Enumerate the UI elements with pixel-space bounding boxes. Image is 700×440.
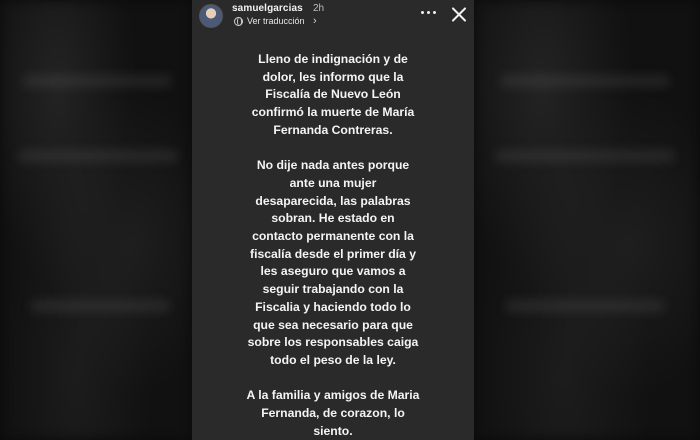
blurred-text-band [495, 150, 675, 162]
text-line: siento. [313, 423, 353, 438]
blurred-text-band [30, 300, 170, 312]
text-line: Fiscalia y haciendo todo lo [255, 299, 411, 314]
blurred-background-right [474, 0, 700, 440]
more-options-icon[interactable] [421, 9, 437, 15]
avatar[interactable] [199, 4, 223, 28]
translate-link[interactable]: Ver traducción [247, 16, 305, 26]
paragraph: A la familia y amigos de Maria Fernanda,… [206, 387, 460, 440]
blurred-text-band [500, 75, 670, 87]
text-line: seguir trabajando con la [262, 282, 404, 297]
close-icon[interactable] [450, 6, 467, 23]
text-line: A la familia y amigos de Maria [246, 388, 420, 403]
text-line: confirmó la muerte de María [251, 105, 415, 120]
story-text: Lleno de indignación y de dolor, les inf… [206, 51, 460, 440]
story-card[interactable]: samuelgarcias 2h Ver traducción › Lleno … [192, 0, 474, 440]
blurred-text-band [22, 75, 172, 87]
paragraph: Lleno de indignación y de dolor, les inf… [206, 51, 460, 140]
text-line: sobre los responsables caiga [247, 335, 419, 350]
text-line: desaparecida, las palabras [255, 193, 411, 208]
text-line: Fernanda, de corazon, lo [261, 406, 405, 421]
blurred-text-band [505, 300, 665, 312]
text-line: todo el peso de la ley. [270, 352, 396, 367]
username[interactable]: samuelgarcias [232, 3, 303, 14]
text-line: Lleno de indignación y de [258, 52, 408, 66]
text-line: que sea necesario para que [253, 317, 413, 332]
text-line: Fernanda Contreras. [273, 122, 393, 137]
text-line: sobran. He estado en [271, 211, 395, 226]
blurred-text-band [18, 150, 178, 162]
paragraph: No dije nada antes porque ante una mujer… [206, 157, 460, 369]
blurred-background-left [0, 0, 192, 440]
story-header: samuelgarcias 2h Ver traducción › [192, 0, 474, 32]
text-line: No dije nada antes porque [256, 158, 410, 173]
screen: samuelgarcias 2h Ver traducción › Lleno … [0, 0, 700, 440]
text-line: ante una mujer [289, 175, 377, 190]
text-line: les aseguro que vamos a [260, 264, 406, 279]
text-line: contacto permanente con la [252, 229, 414, 244]
post-time: 2h [313, 3, 325, 14]
text-line: fiscalía desde el primer día y [250, 246, 416, 261]
globe-icon [234, 17, 243, 26]
text-line: Fiscalía de Nuevo León [265, 87, 401, 102]
chevron-right-icon[interactable]: › [313, 15, 317, 27]
text-line: dolor, les informo que la [262, 69, 404, 84]
